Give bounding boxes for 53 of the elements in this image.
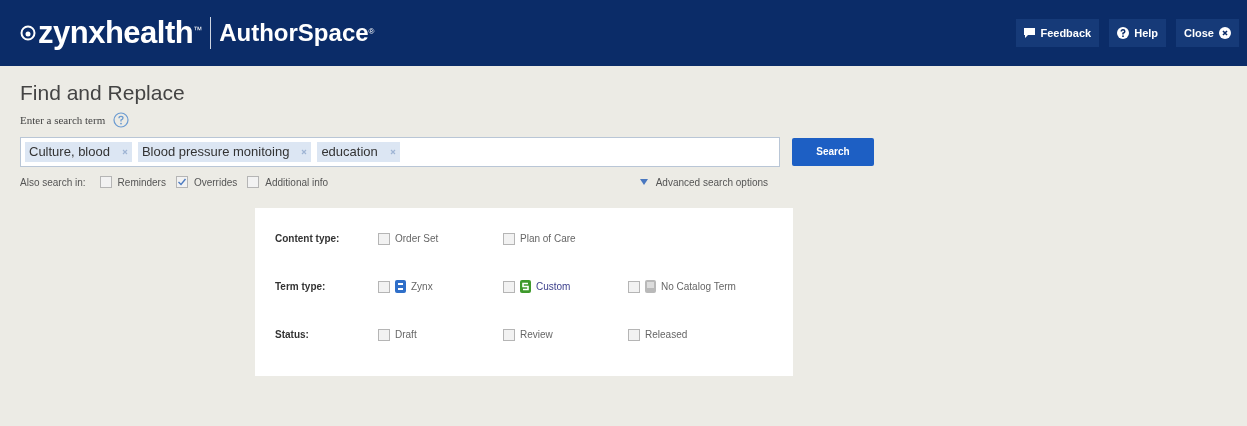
checkbox-label: Review [520, 328, 553, 342]
checkbox[interactable] [503, 232, 515, 245]
checkbox-label: Overrides [193, 175, 238, 190]
term-badge-icon [520, 280, 531, 293]
checkbox[interactable] [175, 176, 188, 188]
term-badge-icon [645, 280, 656, 293]
checkbox-label: Draft [395, 328, 417, 342]
caret-icon [639, 179, 648, 185]
advanced-options-link[interactable]: Advanced search options [655, 174, 768, 190]
checkbox-label: Zynx [411, 280, 433, 294]
search-button[interactable]: Search [792, 137, 874, 166]
filter-label: Term type: [275, 280, 327, 294]
search-term-chip[interactable]: Culture, blood [25, 141, 132, 162]
checkbox[interactable] [378, 280, 390, 293]
checkbox-label: Additional info [265, 175, 329, 190]
feedback-button[interactable]: Feedback [1016, 19, 1100, 47]
checkbox[interactable] [247, 176, 260, 188]
chat-icon [1024, 28, 1036, 38]
checkbox-label: Released [645, 328, 688, 342]
trademark: ™ [193, 23, 203, 37]
close-button[interactable]: Close [1176, 19, 1239, 47]
logo-icon [20, 24, 36, 42]
search-field[interactable]: Culture, blood Blood pressure monitoing education [20, 136, 780, 167]
close-icon [1219, 27, 1231, 39]
search-label: Enter a search term [20, 113, 106, 128]
checkbox-label: No Catalog Term [661, 280, 736, 294]
remove-icon[interactable] [121, 148, 128, 155]
checkbox[interactable] [628, 328, 640, 341]
checkbox[interactable] [503, 328, 515, 341]
checkbox-label: Order Set [395, 232, 439, 246]
remove-icon[interactable] [389, 148, 396, 155]
search-term-chip[interactable]: Blood pressure monitoing [137, 141, 312, 162]
help-button[interactable]: Help [1109, 19, 1167, 47]
checkbox[interactable] [378, 328, 390, 341]
checkbox[interactable] [503, 280, 515, 293]
brand-name: zynxhealth [38, 13, 194, 52]
option-label: Also search in: [20, 175, 86, 190]
help-icon [1117, 27, 1130, 39]
checkbox[interactable] [378, 232, 390, 245]
checkbox-label: Custom [536, 280, 571, 294]
term-badge-icon [395, 280, 406, 293]
product-name: AuthorSpace [219, 18, 369, 48]
search-term-chip[interactable]: education [317, 141, 400, 162]
checkbox[interactable] [628, 280, 640, 293]
help-icon[interactable] [113, 112, 130, 129]
checkbox[interactable] [99, 176, 112, 188]
filter-label: Status: [275, 328, 310, 342]
page-title: Find and Replace [20, 80, 186, 106]
filter-label: Content type: [275, 232, 341, 246]
checkbox-label: Plan of Care [520, 232, 576, 246]
registered-mark: ® [368, 26, 375, 36]
checkbox-label: Reminders [117, 175, 166, 190]
remove-icon[interactable] [301, 148, 308, 155]
